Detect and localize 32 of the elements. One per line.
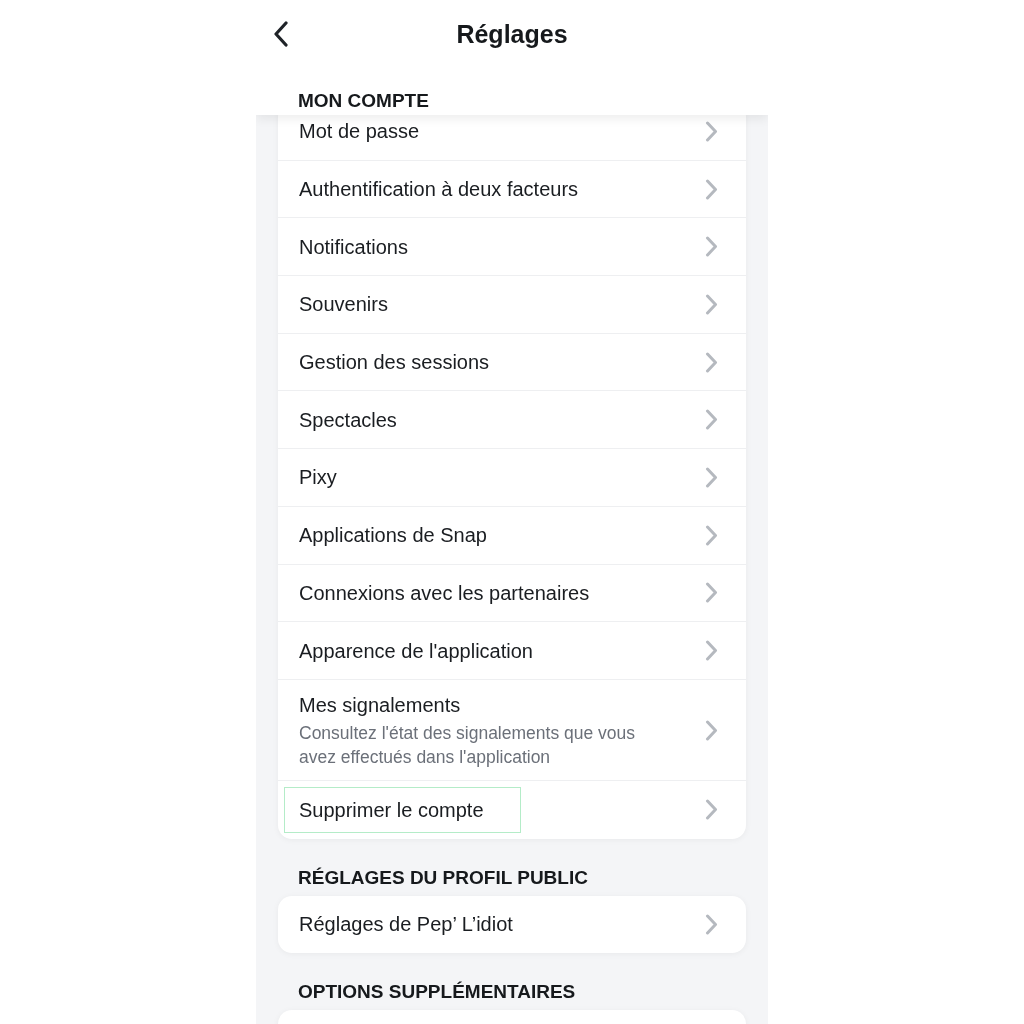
chevron-right-icon [705, 913, 718, 935]
setting-label[interactable]: Authentification à deux facteurs [299, 176, 579, 203]
setting-label[interactable]: Connexions avec les partenaires [299, 579, 590, 606]
chevron-right-icon [705, 178, 718, 200]
setting-label[interactable]: Apparence de l'application [299, 637, 533, 664]
chevron-right-icon [705, 719, 718, 741]
chevron-right-icon [705, 582, 718, 604]
chevron-right-icon [705, 351, 718, 373]
setting-label[interactable]: Gestion des sessions [299, 349, 490, 376]
setting-label[interactable]: Souvenirs [299, 291, 388, 318]
chevron-right-icon [705, 409, 718, 431]
setting-label[interactable]: Réglages de Pep’ L’idiot [299, 911, 513, 938]
chevron-right-icon [705, 799, 718, 821]
chevron-right-icon [705, 524, 718, 546]
setting-label[interactable]: Mot de passe [299, 118, 420, 145]
section-title: OPTIONS SUPPLÉMENTAIRES [298, 980, 576, 1003]
section-title: RÉGLAGES DU PROFIL PUBLIC [298, 866, 588, 889]
setting-description: Consultez l'état des signalements que vous avez effectués dans l'application [299, 721, 637, 769]
chevron-left-icon [273, 21, 289, 47]
setting-label[interactable]: Mes signalements [299, 691, 461, 718]
setting-label[interactable]: Notifications [299, 233, 408, 260]
chevron-right-icon [705, 120, 718, 142]
setting-label[interactable]: Spectacles [299, 406, 397, 433]
section-title: MON COMPTE [298, 90, 429, 112]
highlighted-setting-label[interactable]: Supprimer le compte [284, 786, 521, 833]
chevron-right-icon [705, 236, 718, 258]
setting-label[interactable]: Applications de Snap [299, 522, 487, 549]
chevron-right-icon [705, 293, 718, 315]
page-title: Réglages [456, 19, 568, 49]
chevron-right-icon [705, 466, 718, 488]
setting-label[interactable]: Pixy [299, 464, 337, 491]
chevron-right-icon [705, 640, 718, 662]
